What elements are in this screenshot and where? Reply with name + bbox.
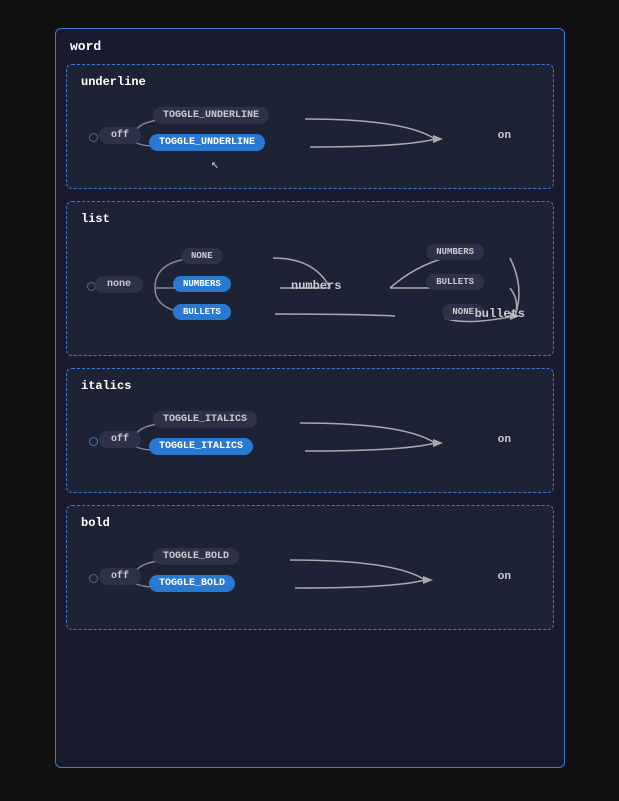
list-bullets-right[interactable]: BULLETS xyxy=(426,274,484,290)
list-numbers-label: numbers xyxy=(281,276,351,296)
italics-toggle-bot[interactable]: TOGGLE_ITALICS xyxy=(149,438,253,455)
left-handle-italics xyxy=(89,437,98,446)
list-bullets-label: bullets xyxy=(465,304,535,324)
italics-title: italics xyxy=(81,379,539,393)
list-title: list xyxy=(81,212,539,226)
left-handle-bold xyxy=(89,574,98,583)
list-numbers-right[interactable]: NUMBERS xyxy=(426,244,484,260)
italics-box: italics off TOGGLE_ITALICS TOGGLE_ITALIC… xyxy=(66,368,554,493)
bold-toggle-bot[interactable]: TOGGLE_BOLD xyxy=(149,575,235,592)
list-box: list xyxy=(66,201,554,356)
bold-title: bold xyxy=(81,516,539,530)
left-handle-underline xyxy=(89,133,98,142)
italics-on-label: on xyxy=(488,431,521,449)
list-numbers-option[interactable]: NUMBERS xyxy=(173,276,231,292)
word-container: word underline off TOGGLE_UNDERLINE xyxy=(55,28,565,768)
underline-title: underline xyxy=(81,75,539,89)
list-none-option[interactable]: NONE xyxy=(181,248,223,264)
bold-off-node: off xyxy=(99,568,141,585)
cursor-icon: ↖ xyxy=(211,157,219,172)
underline-toggle-bot[interactable]: TOGGLE_UNDERLINE xyxy=(149,134,265,151)
underline-off-node: off xyxy=(99,127,141,144)
outer-title: word xyxy=(66,39,554,54)
bold-on-label: on xyxy=(488,568,521,586)
bold-toggle-top[interactable]: TOGGLE_BOLD xyxy=(153,548,239,565)
italics-off-node: off xyxy=(99,431,141,448)
list-none-node: none xyxy=(95,276,143,293)
underline-on-label: on xyxy=(488,127,521,145)
underline-box: underline off TOGGLE_UNDERLINE TOG xyxy=(66,64,554,189)
underline-toggle-top[interactable]: TOGGLE_UNDERLINE xyxy=(153,107,269,124)
bold-box: bold off TOGGLE_BOLD TOGGLE_BOLD on xyxy=(66,505,554,630)
italics-toggle-top[interactable]: TOGGLE_ITALICS xyxy=(153,411,257,428)
list-bullets-option[interactable]: BULLETS xyxy=(173,304,231,320)
